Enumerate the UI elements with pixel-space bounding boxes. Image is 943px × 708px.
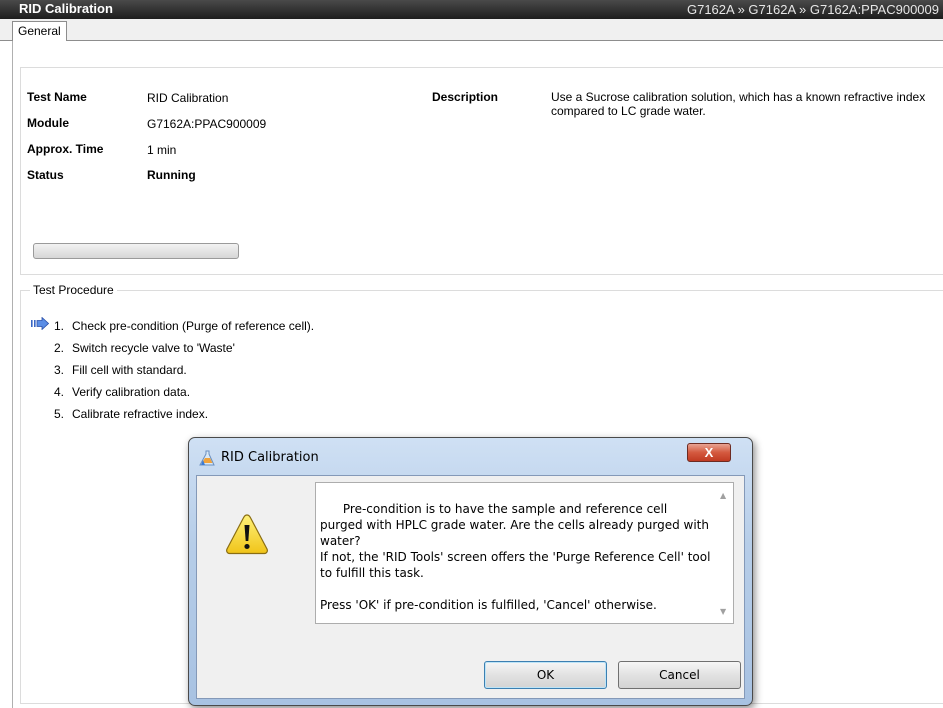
tab-general[interactable]: General bbox=[12, 21, 67, 41]
module-value: G7162A:PPAC900009 bbox=[147, 117, 267, 131]
step-number: 2. bbox=[53, 341, 64, 355]
cancel-button[interactable]: Cancel bbox=[618, 661, 741, 689]
ok-button[interactable]: OK bbox=[484, 661, 607, 689]
message-textbox[interactable]: Pre-condition is to have the sample and … bbox=[315, 482, 734, 624]
step-text: Calibrate refractive index. bbox=[72, 407, 209, 421]
test-name-label: Test Name bbox=[27, 90, 87, 104]
progress-bar bbox=[33, 243, 239, 259]
module-label: Module bbox=[27, 116, 69, 130]
test-name-value: RID Calibration bbox=[147, 91, 229, 105]
description-label: Description bbox=[432, 90, 499, 104]
step-text: Check pre-condition (Purge of reference … bbox=[72, 319, 315, 333]
step-number: 1. bbox=[53, 319, 64, 333]
app-title-bar: RID Calibration G7162A » G7162A » G7162A… bbox=[0, 0, 943, 19]
message-text: Pre-condition is to have the sample and … bbox=[320, 502, 711, 612]
step-number: 4. bbox=[53, 385, 64, 399]
description-value: Use a Sucrose calibration solution, whic… bbox=[551, 90, 926, 118]
dialog-body: Pre-condition is to have the sample and … bbox=[196, 475, 745, 699]
step-text: Switch recycle valve to 'Waste' bbox=[72, 341, 235, 355]
warning-icon bbox=[226, 514, 268, 555]
flask-app-icon bbox=[199, 450, 215, 466]
dialog-close-button[interactable]: X bbox=[687, 443, 731, 462]
scroll-up-arrow-icon[interactable]: ▲ bbox=[720, 488, 726, 504]
tab-strip: General bbox=[0, 19, 943, 41]
test-info-panel: Test Name RID Calibration Module G7162A:… bbox=[20, 67, 943, 275]
breadcrumb[interactable]: G7162A » G7162A » G7162A:PPAC900009 bbox=[687, 2, 939, 17]
scroll-down-arrow-icon[interactable]: ▼ bbox=[720, 604, 726, 620]
status-value: Running bbox=[147, 168, 196, 182]
content-border bbox=[12, 41, 13, 708]
step-text: Fill cell with standard. bbox=[72, 363, 187, 377]
message-scrollbar[interactable]: ▲ ▼ bbox=[716, 483, 733, 623]
step-number: 3. bbox=[53, 363, 64, 377]
status-label: Status bbox=[27, 168, 64, 182]
dialog-title: RID Calibration bbox=[221, 450, 319, 465]
test-procedure-title: Test Procedure bbox=[30, 283, 117, 297]
window-title: RID Calibration bbox=[19, 1, 113, 16]
approx-time-label: Approx. Time bbox=[27, 142, 104, 156]
rid-calibration-dialog: RID Calibration X Pre-condition is to ha… bbox=[188, 437, 753, 706]
step-text: Verify calibration data. bbox=[72, 385, 191, 399]
approx-time-value: 1 min bbox=[147, 143, 177, 157]
step-number: 5. bbox=[53, 407, 64, 421]
